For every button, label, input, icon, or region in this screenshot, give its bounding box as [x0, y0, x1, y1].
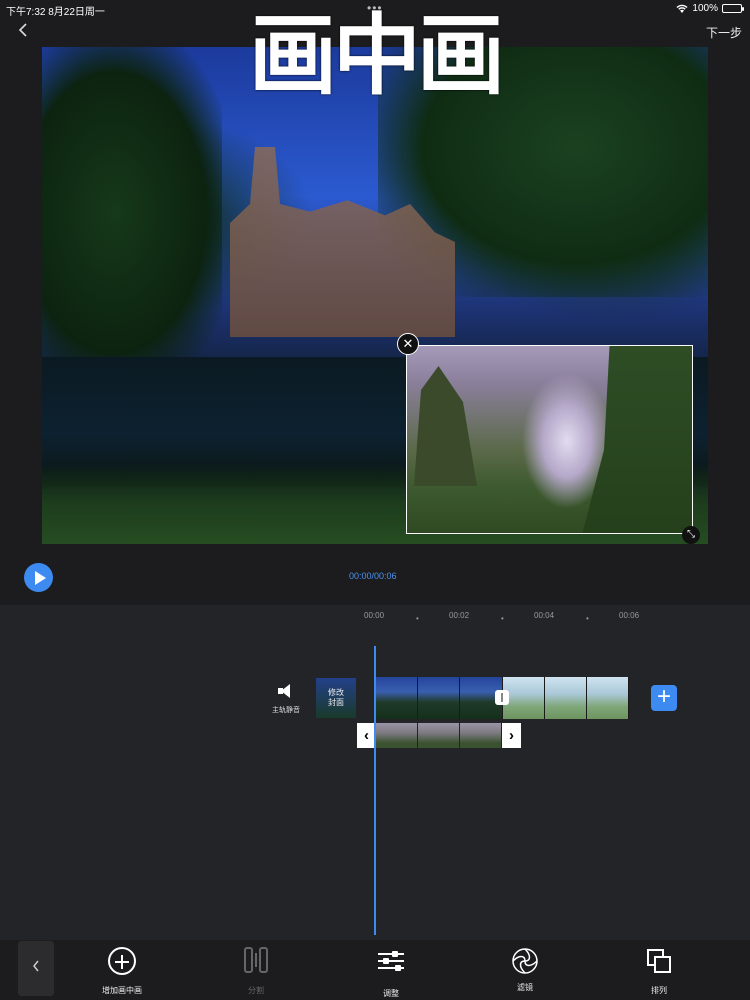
adjust-button[interactable]: 调整: [351, 944, 431, 999]
transition-handle[interactable]: [495, 690, 509, 705]
page-title-overlay: 画中画: [248, 4, 505, 107]
pip-overlay-video[interactable]: [406, 345, 693, 534]
back-button[interactable]: [16, 20, 36, 44]
pip-cliff-right: [582, 346, 692, 533]
tool-label: 排列: [651, 986, 667, 995]
tool-label: 调整: [383, 989, 399, 998]
ruler-dot: •: [501, 614, 504, 623]
clip-frame: [418, 723, 460, 748]
pip-resize-handle[interactable]: ⤡: [682, 526, 700, 544]
pip-trim-right-handle[interactable]: ›: [502, 723, 521, 748]
edit-cover-button[interactable]: 修改 封面: [316, 678, 356, 718]
speaker-icon: [276, 683, 296, 699]
clip-frame: [418, 677, 461, 719]
split-button[interactable]: 分割: [216, 944, 296, 996]
battery-icon: [722, 4, 744, 13]
ruler-tick: 00:00: [364, 611, 385, 620]
battery-percent: 100%: [692, 3, 718, 14]
clip-frame: [376, 723, 418, 748]
status-right: 100%: [676, 3, 744, 14]
pip-track-frames: [376, 723, 502, 748]
next-step-button[interactable]: 下一步: [706, 24, 742, 41]
mute-label: 主轨静音: [272, 707, 300, 714]
pip-close-button[interactable]: ✕: [397, 333, 419, 355]
tool-label: 分割: [248, 986, 264, 995]
add-pip-button[interactable]: 增加画中画: [82, 944, 162, 996]
timeline-ruler: 00:00 • 00:02 • 00:04 • 00:06: [0, 611, 750, 625]
sliders-icon: [374, 950, 408, 984]
toolbar-collapse-button[interactable]: [18, 941, 54, 996]
arrange-button[interactable]: 排列: [619, 944, 699, 996]
status-time-date: 下午7:32 8月22日周一: [6, 7, 105, 18]
close-icon: ✕: [402, 336, 414, 351]
ruler-tick: 00:06: [619, 611, 640, 620]
plus-circle-icon: [105, 947, 139, 981]
clip-frame: [460, 723, 502, 748]
clip-frame: [586, 677, 629, 719]
plus-icon: +: [656, 683, 671, 710]
clip-frame: [376, 677, 419, 719]
pip-cliff-left: [414, 366, 477, 486]
main-track-mute-toggle[interactable]: 主轨静音: [268, 683, 304, 715]
play-icon: [34, 570, 46, 585]
preview-trees-left: [42, 47, 222, 377]
add-clip-button[interactable]: +: [651, 685, 677, 711]
filter-button[interactable]: 滤镜: [485, 944, 565, 993]
tool-label: 滤镜: [517, 983, 533, 992]
ruler-tick: 00:04: [534, 611, 555, 620]
time-readout: 00:00/00:06: [349, 571, 397, 581]
chevron-left-icon: [18, 23, 27, 37]
tool-label: 增加画中画: [102, 986, 142, 995]
resize-icon: ⤡: [687, 529, 695, 540]
ruler-dot: •: [586, 614, 589, 623]
pip-track-clip[interactable]: ‹ ›: [357, 723, 521, 748]
clip-frame: [544, 677, 587, 719]
play-button[interactable]: [24, 563, 53, 592]
ruler-tick: 00:02: [449, 611, 470, 620]
chevron-left-icon: [33, 960, 39, 972]
cover-label: 修改 封面: [328, 688, 344, 707]
ruler-dot: •: [416, 614, 419, 623]
wifi-icon: [676, 4, 688, 13]
filter-icon: [508, 944, 542, 978]
playhead[interactable]: [374, 646, 376, 935]
split-icon: [239, 947, 273, 981]
arrange-icon: [642, 947, 676, 981]
